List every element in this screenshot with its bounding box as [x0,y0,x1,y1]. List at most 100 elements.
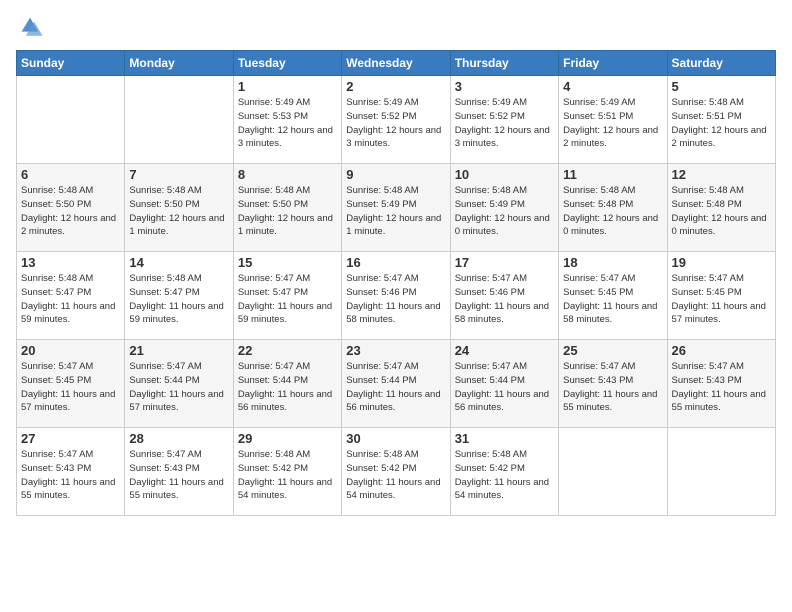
weekday-header-thursday: Thursday [450,51,558,76]
calendar-cell [559,428,667,516]
day-number: 1 [238,79,337,94]
weekday-header-sunday: Sunday [17,51,125,76]
calendar-cell: 19Sunrise: 5:47 AMSunset: 5:45 PMDayligh… [667,252,775,340]
day-info: Sunrise: 5:48 AMSunset: 5:50 PMDaylight:… [129,184,228,239]
logo-icon [16,12,44,40]
calendar-week-5: 27Sunrise: 5:47 AMSunset: 5:43 PMDayligh… [17,428,776,516]
page: SundayMondayTuesdayWednesdayThursdayFrid… [0,0,792,612]
day-number: 18 [563,255,662,270]
day-number: 11 [563,167,662,182]
day-info: Sunrise: 5:47 AMSunset: 5:43 PMDaylight:… [672,360,771,415]
day-number: 26 [672,343,771,358]
calendar-cell: 29 Sunrise: 5:48 AMSunset: 5:42 PMDayligh… [233,428,341,516]
calendar-week-1: 1Sunrise: 5:49 AMSunset: 5:53 PMDaylight… [17,76,776,164]
day-info: Sunrise: 5:47 AMSunset: 5:44 PMDaylight:… [346,360,445,415]
day-info: Sunrise: 5:47 AMSunset: 5:46 PMDaylight:… [455,272,554,327]
logo [16,12,48,42]
calendar-cell: 17Sunrise: 5:47 AMSunset: 5:46 PMDayligh… [450,252,558,340]
day-number: 20 [21,343,120,358]
calendar-cell: 14 Sunrise: 5:48 AMSunset: 5:47 PMDayligh… [125,252,233,340]
day-number: 3 [455,79,554,94]
calendar-cell: 26 Sunrise: 5:47 AMSunset: 5:43 PMDayligh… [667,340,775,428]
day-info: Sunrise: 5:47 AMSunset: 5:43 PMDaylight:… [129,448,228,503]
day-number: 24 [455,343,554,358]
calendar-body: 1Sunrise: 5:49 AMSunset: 5:53 PMDaylight… [17,76,776,516]
day-number: 14 [129,255,228,270]
calendar-cell: 30 Sunrise: 5:48 AMSunset: 5:42 PMDayligh… [342,428,450,516]
calendar-cell: 25Sunrise: 5:47 AMSunset: 5:43 PMDayligh… [559,340,667,428]
day-number: 6 [21,167,120,182]
weekday-header-wednesday: Wednesday [342,51,450,76]
day-number: 2 [346,79,445,94]
day-info: Sunrise: 5:48 AMSunset: 5:47 PMDaylight:… [129,272,228,327]
calendar-table: SundayMondayTuesdayWednesdayThursdayFrid… [16,50,776,516]
day-number: 19 [672,255,771,270]
calendar-cell: 12 Sunrise: 5:48 AMSunset: 5:48 PMDayligh… [667,164,775,252]
calendar-week-3: 13 Sunrise: 5:48 AMSunset: 5:47 PMDayligh… [17,252,776,340]
day-info: Sunrise: 5:47 AMSunset: 5:45 PMDaylight:… [563,272,662,327]
day-number: 28 [129,431,228,446]
day-info: Sunrise: 5:48 AMSunset: 5:42 PMDaylight:… [346,448,445,503]
day-number: 29 [238,431,337,446]
day-info: Sunrise: 5:47 AMSunset: 5:45 PMDaylight:… [21,360,120,415]
calendar-cell: 22 Sunrise: 5:47 AMSunset: 5:44 PMDayligh… [233,340,341,428]
day-info: Sunrise: 5:48 AMSunset: 5:42 PMDaylight:… [238,448,337,503]
calendar-cell: 2 Sunrise: 5:49 AMSunset: 5:52 PMDaylight… [342,76,450,164]
weekday-header-saturday: Saturday [667,51,775,76]
calendar-cell: 4 Sunrise: 5:49 AMSunset: 5:51 PMDaylight… [559,76,667,164]
day-info: Sunrise: 5:47 AMSunset: 5:46 PMDaylight:… [346,272,445,327]
calendar-header: SundayMondayTuesdayWednesdayThursdayFrid… [17,51,776,76]
calendar-cell: 8Sunrise: 5:48 AMSunset: 5:50 PMDaylight… [233,164,341,252]
calendar-cell: 9Sunrise: 5:48 AMSunset: 5:49 PMDaylight… [342,164,450,252]
day-info: Sunrise: 5:48 AMSunset: 5:49 PMDaylight:… [346,184,445,239]
day-number: 10 [455,167,554,182]
day-info: Sunrise: 5:47 AMSunset: 5:47 PMDaylight:… [238,272,337,327]
day-number: 30 [346,431,445,446]
calendar-cell [667,428,775,516]
weekday-header-monday: Monday [125,51,233,76]
day-info: Sunrise: 5:47 AMSunset: 5:43 PMDaylight:… [21,448,120,503]
weekday-header-tuesday: Tuesday [233,51,341,76]
calendar-cell: 16Sunrise: 5:47 AMSunset: 5:46 PMDayligh… [342,252,450,340]
day-info: Sunrise: 5:48 AMSunset: 5:42 PMDaylight:… [455,448,554,503]
day-info: Sunrise: 5:48 AMSunset: 5:50 PMDaylight:… [238,184,337,239]
calendar-cell: 13 Sunrise: 5:48 AMSunset: 5:47 PMDayligh… [17,252,125,340]
calendar-cell: 23 Sunrise: 5:47 AMSunset: 5:44 PMDayligh… [342,340,450,428]
day-number: 22 [238,343,337,358]
calendar-cell: 15 Sunrise: 5:47 AMSunset: 5:47 PMDayligh… [233,252,341,340]
calendar-cell: 11 Sunrise: 5:48 AMSunset: 5:48 PMDayligh… [559,164,667,252]
day-number: 31 [455,431,554,446]
calendar-week-4: 20 Sunrise: 5:47 AMSunset: 5:45 PMDayligh… [17,340,776,428]
day-number: 5 [672,79,771,94]
day-info: Sunrise: 5:49 AMSunset: 5:52 PMDaylight:… [346,96,445,151]
calendar-cell: 10 Sunrise: 5:48 AMSunset: 5:49 PMDayligh… [450,164,558,252]
day-number: 4 [563,79,662,94]
calendar-cell: 18 Sunrise: 5:47 AMSunset: 5:45 PMDayligh… [559,252,667,340]
day-info: Sunrise: 5:49 AMSunset: 5:51 PMDaylight:… [563,96,662,151]
weekday-header-friday: Friday [559,51,667,76]
day-info: Sunrise: 5:47 AMSunset: 5:44 PMDaylight:… [238,360,337,415]
calendar-cell [125,76,233,164]
calendar-cell: 27Sunrise: 5:47 AMSunset: 5:43 PMDayligh… [17,428,125,516]
day-number: 15 [238,255,337,270]
day-info: Sunrise: 5:48 AMSunset: 5:47 PMDaylight:… [21,272,120,327]
day-number: 21 [129,343,228,358]
day-info: Sunrise: 5:47 AMSunset: 5:44 PMDaylight:… [129,360,228,415]
day-info: Sunrise: 5:48 AMSunset: 5:51 PMDaylight:… [672,96,771,151]
calendar-cell: 31 Sunrise: 5:48 AMSunset: 5:42 PMDayligh… [450,428,558,516]
day-info: Sunrise: 5:48 AMSunset: 5:48 PMDaylight:… [563,184,662,239]
calendar-cell: 3Sunrise: 5:49 AMSunset: 5:52 PMDaylight… [450,76,558,164]
day-number: 12 [672,167,771,182]
weekday-header-row: SundayMondayTuesdayWednesdayThursdayFrid… [17,51,776,76]
calendar-cell: 20 Sunrise: 5:47 AMSunset: 5:45 PMDayligh… [17,340,125,428]
day-info: Sunrise: 5:48 AMSunset: 5:48 PMDaylight:… [672,184,771,239]
calendar-cell: 28 Sunrise: 5:47 AMSunset: 5:43 PMDayligh… [125,428,233,516]
calendar-cell: 6Sunrise: 5:48 AMSunset: 5:50 PMDaylight… [17,164,125,252]
day-number: 23 [346,343,445,358]
day-info: Sunrise: 5:47 AMSunset: 5:43 PMDaylight:… [563,360,662,415]
day-info: Sunrise: 5:48 AMSunset: 5:49 PMDaylight:… [455,184,554,239]
day-number: 13 [21,255,120,270]
calendar-cell: 7Sunrise: 5:48 AMSunset: 5:50 PMDaylight… [125,164,233,252]
calendar-cell: 24Sunrise: 5:47 AMSunset: 5:44 PMDayligh… [450,340,558,428]
header [16,12,776,42]
